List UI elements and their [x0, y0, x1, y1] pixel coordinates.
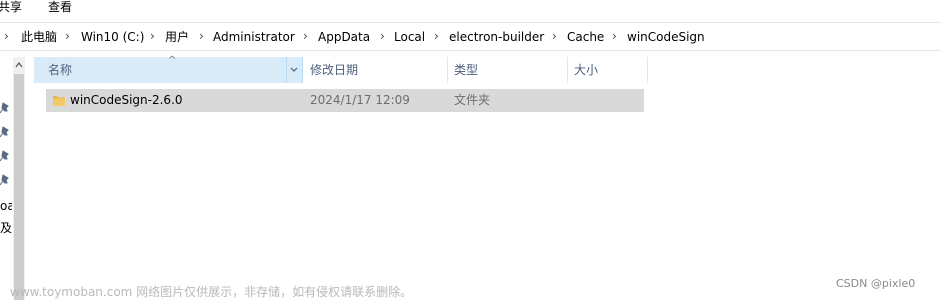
pin-icon[interactable] — [0, 150, 10, 162]
breadcrumb-item-this-pc[interactable]: 此电脑 — [21, 30, 57, 44]
breadcrumb-item-drive[interactable]: Win10 (C:) — [81, 30, 144, 44]
breadcrumb-item-wincodesign[interactable]: winCodeSign — [627, 30, 705, 44]
pin-icon[interactable] — [0, 174, 10, 186]
pin-icon[interactable] — [0, 102, 10, 114]
column-header-type[interactable]: 类型 — [454, 57, 478, 83]
breadcrumb-separator[interactable]: › — [150, 29, 155, 43]
column-header-label: 名称 — [48, 63, 73, 77]
column-divider[interactable] — [647, 57, 648, 83]
nav-item-label[interactable]: oac — [0, 199, 12, 213]
breadcrumb-item-administrator[interactable]: Administrator — [213, 30, 295, 44]
column-header-name[interactable]: ^ 名称 — [34, 55, 303, 83]
watermark: www.toymoban.com 网络图片仅供展示，非存储，如有侵权请联系删除。 — [10, 285, 413, 299]
breadcrumb-separator[interactable]: › — [303, 29, 308, 43]
file-modified-date: 2024/1/17 12:09 — [310, 93, 410, 107]
scroll-up-arrow-icon[interactable] — [13, 57, 25, 73]
breadcrumb-item-users[interactable]: 用户 — [165, 30, 189, 44]
breadcrumb-separator[interactable]: › — [4, 29, 9, 43]
column-divider[interactable] — [447, 57, 448, 83]
file-name[interactable]: winCodeSign-2.6.0 — [70, 89, 183, 112]
nav-item-label[interactable]: 及 — [0, 221, 12, 235]
breadcrumb-item-local[interactable]: Local — [394, 30, 425, 44]
folder-icon — [53, 96, 65, 106]
tab-share[interactable]: 共享 — [0, 0, 22, 14]
breadcrumb-separator[interactable]: › — [199, 29, 204, 43]
breadcrumb-item-appdata[interactable]: AppData — [318, 30, 370, 44]
column-header-modified[interactable]: 修改日期 — [310, 57, 358, 83]
breadcrumb-separator[interactable]: › — [65, 29, 70, 43]
file-type: 文件夹 — [454, 93, 491, 107]
breadcrumb-item-cache[interactable]: Cache — [567, 30, 604, 44]
breadcrumb-separator[interactable]: › — [552, 29, 557, 43]
nav-scrollbar-thumb[interactable] — [14, 74, 24, 300]
pin-icon[interactable] — [0, 126, 10, 138]
breadcrumb-separator[interactable]: › — [434, 29, 439, 43]
file-row[interactable]: winCodeSign-2.6.0 2024/1/17 12:09 文件夹 — [46, 89, 644, 112]
address-bar-top-border — [0, 22, 941, 23]
tab-view[interactable]: 查看 — [48, 0, 72, 14]
credit-label: CSDN @pixle0 — [836, 277, 916, 290]
column-header-size[interactable]: 大小 — [574, 57, 598, 83]
breadcrumb-separator[interactable]: › — [380, 29, 385, 43]
chevron-down-icon[interactable] — [286, 57, 301, 83]
sort-ascending-icon: ^ — [168, 55, 177, 66]
breadcrumb-item-electron-builder[interactable]: electron-builder — [449, 30, 544, 44]
breadcrumb-separator[interactable]: › — [612, 29, 617, 43]
address-bar-bottom-border — [0, 50, 941, 51]
column-divider[interactable] — [567, 57, 568, 83]
